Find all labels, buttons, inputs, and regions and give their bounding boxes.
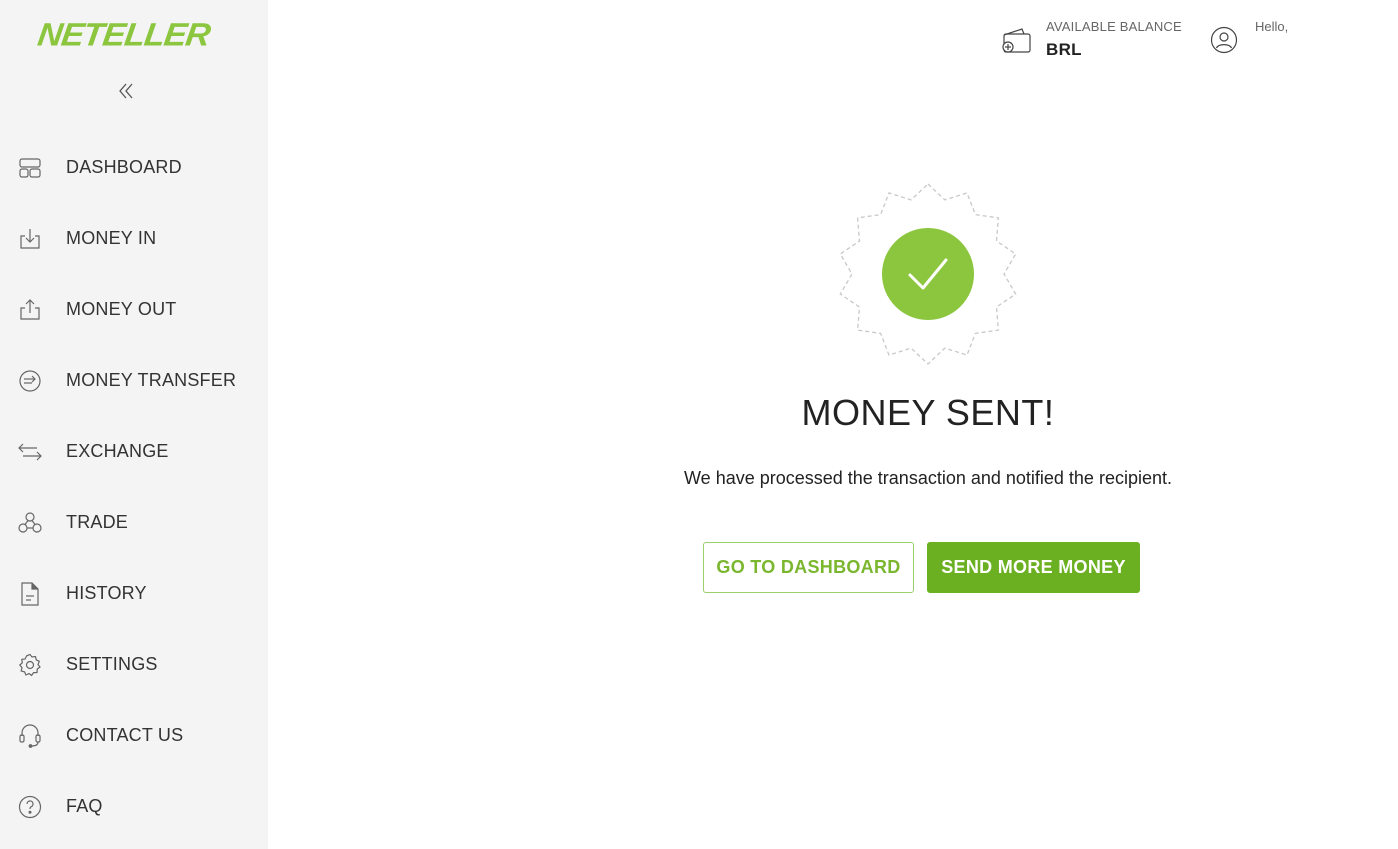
sidebar-item-contact-us[interactable]: CONTACT US <box>0 700 268 771</box>
sidebar-item-trade[interactable]: TRADE <box>0 487 268 558</box>
go-to-dashboard-button[interactable]: GO TO DASHBOARD <box>703 542 914 593</box>
sidebar: NETELLER DASHBOARD MONEY IN MONEY OUT MO… <box>0 0 268 849</box>
sidebar-item-label: DASHBOARD <box>66 157 182 177</box>
sidebar-item-label: MONEY IN <box>66 228 157 248</box>
collapse-sidebar-button[interactable] <box>113 78 139 104</box>
document-icon <box>17 581 43 607</box>
logo-text: NETELLER <box>35 16 212 54</box>
sidebar-item-exchange[interactable]: EXCHANGE <box>0 416 268 487</box>
dashboard-icon <box>17 155 43 181</box>
sidebar-item-faq[interactable]: FAQ <box>0 771 268 842</box>
sidebar-item-label: MONEY TRANSFER <box>66 370 237 390</box>
sidebar-item-label: MONEY OUT <box>66 299 177 319</box>
headset-icon <box>17 723 43 749</box>
success-circle <box>882 228 974 320</box>
user-avatar-icon <box>1210 26 1238 54</box>
balance-label: AVAILABLE BALANCE <box>1046 19 1182 34</box>
sidebar-item-label: EXCHANGE <box>66 441 169 461</box>
exchange-arrows-icon <box>17 439 43 465</box>
sidebar-item-label: TRADE <box>66 512 129 532</box>
page-title: MONEY SENT! <box>801 392 1055 433</box>
confirmation-message: We have processed the transaction and no… <box>684 468 1172 488</box>
sidebar-item-money-out[interactable]: MONEY OUT <box>0 274 268 345</box>
sidebar-item-label: CONTACT US <box>66 725 184 745</box>
greeting-text: Hello, <box>1255 19 1289 34</box>
double-chevron-left-icon <box>119 83 133 99</box>
send-more-money-button[interactable]: SEND MORE MONEY <box>927 542 1140 593</box>
sidebar-item-settings[interactable]: SETTINGS <box>0 629 268 700</box>
download-tray-icon <box>17 226 43 252</box>
success-check-icon <box>839 183 1017 365</box>
sidebar-item-history[interactable]: HISTORY <box>0 558 268 629</box>
sidebar-item-money-in[interactable]: MONEY IN <box>0 203 268 274</box>
sidebar-item-money-transfer[interactable]: MONEY TRANSFER <box>0 345 268 416</box>
sidebar-item-label: HISTORY <box>66 583 147 603</box>
wallet-icon <box>1002 28 1031 53</box>
sidebar-item-label: FAQ <box>66 796 103 816</box>
sidebar-item-label: SETTINGS <box>66 654 158 674</box>
balance-currency: BRL <box>1046 40 1082 59</box>
gear-icon <box>17 652 43 678</box>
upload-tray-icon <box>17 297 43 323</box>
sidebar-item-dashboard[interactable]: DASHBOARD <box>0 132 268 203</box>
question-circle-icon <box>17 794 43 820</box>
neteller-logo[interactable]: NETELLER <box>35 16 214 54</box>
sidebar-nav: DASHBOARD MONEY IN MONEY OUT MONEY TRANS… <box>0 132 268 842</box>
trade-nodes-icon <box>17 510 43 536</box>
transfer-circle-icon <box>17 368 43 394</box>
